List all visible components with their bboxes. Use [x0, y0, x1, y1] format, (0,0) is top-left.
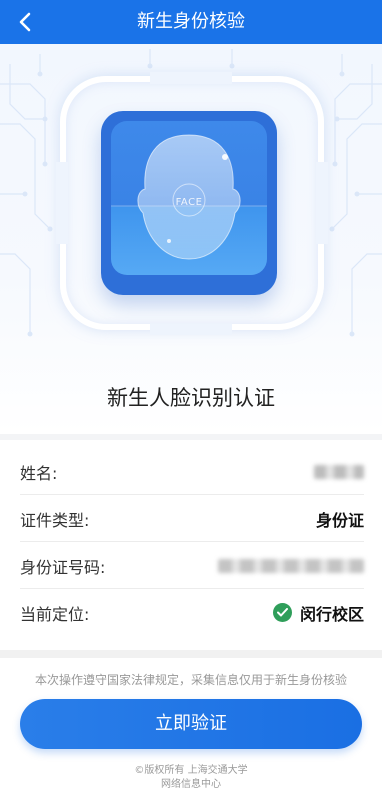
top-bar: 新生身份核验 [0, 0, 382, 44]
verify-button[interactable]: 立即验证 [20, 699, 362, 749]
info-row-id-number: 身份证号码: [20, 542, 364, 589]
footer-section: 本次操作遵守国家法律规定，采集信息仅用于新生身份核验 立即验证 ©版权所有 上海… [0, 658, 382, 800]
frame-gap [150, 323, 232, 335]
info-row-location: 当前定位: 闵行校区 [20, 589, 364, 636]
copyright-line: ©版权所有 上海交通大学 [134, 765, 248, 776]
row-label: 姓名: [20, 464, 58, 483]
divider [0, 650, 382, 658]
copyright: ©版权所有 上海交通大学 网络信息中心 [0, 764, 382, 792]
frame-gap [316, 162, 328, 244]
row-value: 闵行校区 [299, 605, 364, 624]
copyright-line: 网络信息中心 [161, 779, 221, 790]
masked-value [314, 465, 364, 479]
row-label: 当前定位: [20, 605, 90, 624]
masked-value [218, 559, 364, 573]
page-title: 新生身份核验 [137, 11, 245, 32]
row-label: 证件类型: [20, 511, 90, 530]
face-scan-illustration: FACE [101, 111, 277, 295]
hero-section: FACE 新生人脸识别认证 [0, 44, 382, 434]
face-label: FACE [175, 197, 203, 208]
info-list: 姓名: 证件类型: 身份证 身份证号码: 当前定位: 闵行校区 [0, 440, 382, 650]
frame-gap [150, 72, 232, 84]
section-title: 新生人脸识别认证 [107, 386, 275, 410]
row-label: 身份证号码: [20, 558, 106, 577]
info-row-name: 姓名: [20, 448, 364, 495]
legal-notice: 本次操作遵守国家法律规定，采集信息仅用于新生身份核验 [34, 673, 347, 687]
info-row-id-type: 证件类型: 身份证 [20, 495, 364, 542]
row-value: 身份证 [315, 511, 364, 530]
frame-gap [56, 162, 68, 244]
check-circle-icon [273, 603, 292, 622]
